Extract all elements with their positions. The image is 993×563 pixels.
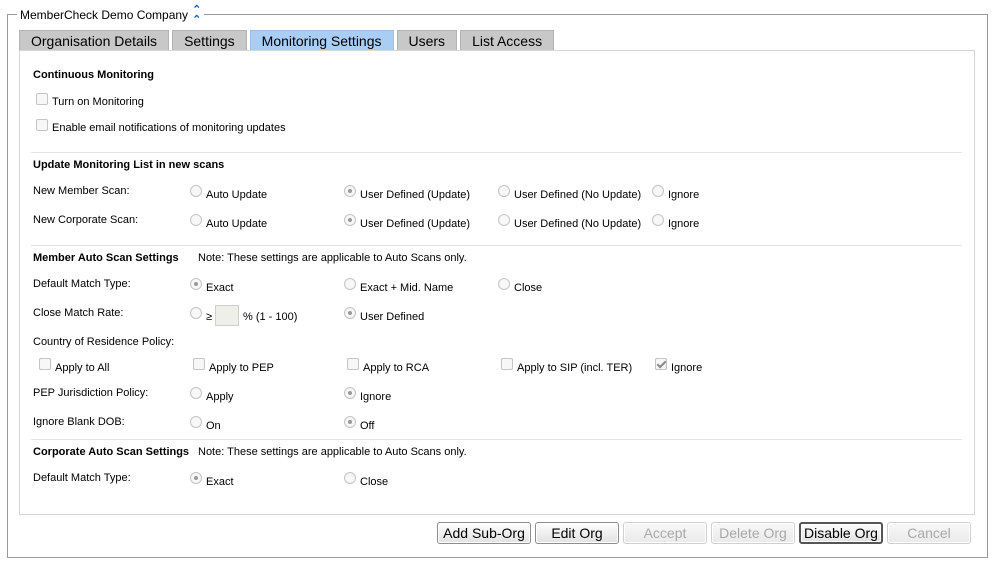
corporate-scan-user-defined-no-update-radio[interactable] [498,214,510,226]
member-scan-user-defined-no-update-label: User Defined (No Update) [514,189,642,201]
country-policy-label: Country of Residence Policy: [33,336,175,348]
tab-list-access[interactable]: List Access [460,30,555,51]
corporate-match-type-exact-label: Exact [206,476,234,488]
member-scan-ignore-label: Ignore [668,189,700,201]
member-scan-user-defined-update-radio[interactable] [344,185,356,197]
close-rate-gte-symbol: ≥ [206,311,213,323]
member-auto-scan-heading: Member Auto Scan Settings [33,252,179,264]
divider [31,439,962,440]
pep-apply-label: Apply [206,391,234,403]
corporate-auto-scan-heading: Corporate Auto Scan Settings [33,446,190,458]
tab-monitoring-settings[interactable]: Monitoring Settings [249,30,394,51]
blank-dob-off-label: Off [360,420,375,432]
pep-apply-radio[interactable] [190,387,202,399]
corporate-scan-user-defined-update-radio[interactable] [344,214,356,226]
delete-org-button[interactable]: Delete Org [711,522,795,544]
tab-settings[interactable]: Settings [172,30,247,51]
country-apply-pep-checkbox[interactable] [193,358,205,370]
new-corporate-scan-label: New Corporate Scan: [33,214,139,226]
turn-on-monitoring-checkbox[interactable] [36,93,48,105]
close-rate-range-label: % (1 - 100) [243,311,298,323]
member-scan-ignore-radio[interactable] [652,185,664,197]
member-scan-auto-update-radio[interactable] [190,185,202,197]
ignore-blank-dob-label: Ignore Blank DOB: [33,416,125,428]
corporate-scan-ignore-label: Ignore [668,218,700,230]
accept-button[interactable]: Accept [623,522,707,544]
blank-dob-off-radio[interactable] [344,416,356,428]
match-type-exact-mid-name-radio[interactable] [344,278,356,290]
close-match-rate-label: Close Match Rate: [33,307,124,319]
email-notifications-checkbox[interactable] [36,119,48,131]
country-apply-all-checkbox[interactable] [39,358,51,370]
country-apply-pep-label: Apply to PEP [209,362,274,374]
turn-on-monitoring-label: Turn on Monitoring [52,96,144,108]
corporate-scan-ignore-radio[interactable] [652,214,664,226]
cancel-button[interactable]: Cancel [887,522,971,544]
country-apply-rca-checkbox[interactable] [347,358,359,370]
country-apply-rca-label: Apply to RCA [363,362,430,374]
add-sub-org-button[interactable]: Add Sub-Org [437,522,531,544]
divider [31,152,962,153]
continuous-monitoring-heading: Continuous Monitoring [33,69,154,81]
corporate-scan-user-defined-no-update-label: User Defined (No Update) [514,218,642,230]
match-type-close-radio[interactable] [498,278,510,290]
member-scan-user-defined-update-label: User Defined (Update) [360,189,471,201]
corporate-match-type-close-radio[interactable] [344,472,356,484]
pep-ignore-label: Ignore [360,391,392,403]
member-scan-user-defined-no-update-radio[interactable] [498,185,510,197]
corporate-default-match-type-label: Default Match Type: [33,472,131,484]
member-auto-scan-note: Note: These settings are applicable to A… [198,252,467,264]
match-type-exact-radio[interactable] [190,278,202,290]
match-type-close-label: Close [514,282,543,294]
divider [31,245,962,246]
close-rate-input[interactable] [215,305,239,326]
email-notifications-label: Enable email notifications of monitoring… [52,122,286,134]
country-apply-all-label: Apply to All [55,362,110,374]
new-member-scan-label: New Member Scan: [33,185,130,197]
tab-users[interactable]: Users [396,30,458,51]
country-ignore-checkbox[interactable] [655,358,667,370]
corporate-scan-user-defined-update-label: User Defined (Update) [360,218,471,230]
tab-organisation-details[interactable]: Organisation Details [19,30,170,51]
chevron-double-up-icon[interactable]: ⌃ ⌃ [192,5,201,26]
organisation-name: MemberCheck Demo Company [20,8,189,22]
blank-dob-on-radio[interactable] [190,416,202,428]
country-ignore-label: Ignore [671,362,703,374]
edit-org-button[interactable]: Edit Org [535,522,619,544]
monitoring-settings-panel: Continuous Monitoring Turn on Monitoring… [19,50,975,515]
corporate-match-type-exact-radio[interactable] [190,472,202,484]
update-monitoring-heading: Update Monitoring List in new scans [33,159,225,171]
tab-bar: Organisation Details Settings Monitoring… [19,30,557,51]
corporate-match-type-close-label: Close [360,476,389,488]
blank-dob-on-label: On [206,420,221,432]
organisation-legend: MemberCheck Demo Company ⌃ ⌃ [17,5,205,26]
corporate-scan-auto-update-radio[interactable] [190,214,202,226]
match-type-exact-label: Exact [206,282,234,294]
close-rate-user-defined-radio[interactable] [344,307,356,319]
close-rate-user-defined-label: User Defined [360,311,425,323]
close-rate-custom-radio[interactable] [190,307,202,319]
corporate-auto-scan-note: Note: These settings are applicable to A… [198,446,467,458]
country-apply-sip-checkbox[interactable] [501,358,513,370]
default-match-type-label: Default Match Type: [33,278,131,290]
pep-jurisdiction-label: PEP Jurisdiction Policy: [33,387,149,399]
member-scan-auto-update-label: Auto Update [206,189,268,201]
match-type-exact-mid-name-label: Exact + Mid. Name [360,282,454,294]
country-apply-sip-label: Apply to SIP (incl. TER) [517,362,633,374]
pep-ignore-radio[interactable] [344,387,356,399]
corporate-scan-auto-update-label: Auto Update [206,218,268,230]
disable-org-button[interactable]: Disable Org [799,522,883,544]
